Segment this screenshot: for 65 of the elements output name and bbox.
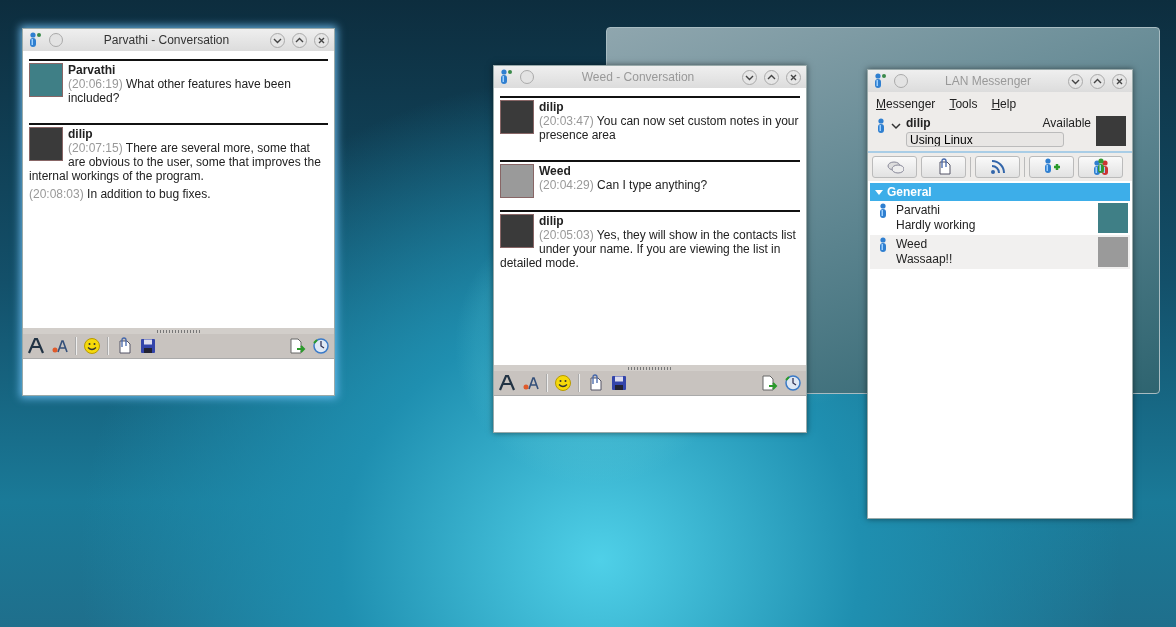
minimize-button[interactable] xyxy=(742,69,757,85)
app-icon[interactable] xyxy=(873,73,887,89)
minimize-button[interactable] xyxy=(1068,73,1083,89)
message-input-field[interactable] xyxy=(23,359,334,395)
chat-message: (20:08:03) In addition to bug fixes. xyxy=(29,187,212,201)
save-icon[interactable] xyxy=(610,374,628,392)
chat-message: (20:06:19) What other features have been included? xyxy=(67,77,292,105)
maximize-button[interactable] xyxy=(1090,73,1105,89)
close-button[interactable] xyxy=(786,69,801,85)
clock-refresh-icon[interactable] xyxy=(784,374,802,392)
menu-item[interactable]: Help xyxy=(991,97,1017,111)
message-input-field[interactable] xyxy=(494,396,806,432)
splitter-handle[interactable] xyxy=(494,365,806,371)
send-document-icon[interactable] xyxy=(288,337,306,355)
clock-refresh-icon[interactable] xyxy=(312,337,330,355)
app-icon[interactable] xyxy=(499,69,513,85)
people-group-icon xyxy=(1091,158,1110,176)
triangle-down-icon xyxy=(874,187,884,197)
feed-button[interactable] xyxy=(975,156,1020,178)
note-field[interactable]: Using Linux xyxy=(906,132,1064,147)
status-label[interactable]: Available xyxy=(1042,116,1091,130)
send-document-icon[interactable] xyxy=(760,374,778,392)
people-group-button[interactable] xyxy=(1078,156,1123,178)
maximize-button[interactable] xyxy=(292,32,307,48)
sender-name: Parvathi xyxy=(67,63,117,77)
save-icon[interactable] xyxy=(139,337,157,355)
font-icon[interactable] xyxy=(498,374,516,392)
menu-item[interactable]: Messenger xyxy=(876,97,936,111)
add-person-icon xyxy=(1042,158,1061,176)
add-person-button[interactable] xyxy=(1029,156,1074,178)
sender-name: dilip xyxy=(538,100,565,114)
window-title: LAN Messenger xyxy=(944,74,1031,88)
person-icon xyxy=(876,118,886,134)
speech-bubbles-icon xyxy=(885,158,904,176)
window-title: Weed - Conversation xyxy=(581,70,695,84)
font-color-icon[interactable] xyxy=(522,374,540,392)
grip-icon[interactable] xyxy=(628,366,672,370)
person-icon xyxy=(878,203,888,219)
contact-item[interactable]: Parvathi Hardly working xyxy=(870,201,1130,235)
user-name: dilip xyxy=(906,116,931,130)
feed-icon xyxy=(988,158,1007,176)
window-title: Parvathi - Conversation xyxy=(103,33,230,47)
person-icon xyxy=(878,237,888,253)
splitter-handle[interactable] xyxy=(23,328,334,334)
paperclip-document-button[interactable] xyxy=(921,156,966,178)
sender-name: dilip xyxy=(538,214,565,228)
close-button[interactable] xyxy=(314,32,329,48)
app-icon[interactable] xyxy=(28,32,42,48)
chat-message: (20:03:47) You can now set custom notes in your presence area xyxy=(538,114,800,142)
chat-message: (20:04:29) Can I type anything? xyxy=(538,178,709,192)
sender-name: dilip xyxy=(67,127,94,141)
chat-message: (20:05:03) Yes, they will show in the contacts list under your name. If you are viewing the list in detailed mode. xyxy=(500,228,797,270)
font-icon[interactable] xyxy=(27,337,45,355)
grip-icon[interactable] xyxy=(156,329,201,333)
close-button[interactable] xyxy=(1112,73,1127,89)
contact-item[interactable]: Weed Wassaap!! xyxy=(870,235,1130,269)
maximize-button[interactable] xyxy=(764,69,779,85)
chevron-down-icon[interactable] xyxy=(891,122,901,130)
chat-message: (20:07:15) There are several more, some that are obvious to the user, some that improves the internal workings of the program. xyxy=(29,141,322,183)
smiley-icon[interactable] xyxy=(554,374,572,392)
font-color-icon[interactable] xyxy=(51,337,69,355)
menu-item[interactable]: Tools xyxy=(949,97,978,111)
minimize-button[interactable] xyxy=(270,32,285,48)
sender-name: Weed xyxy=(538,164,572,178)
smiley-icon[interactable] xyxy=(83,337,101,355)
